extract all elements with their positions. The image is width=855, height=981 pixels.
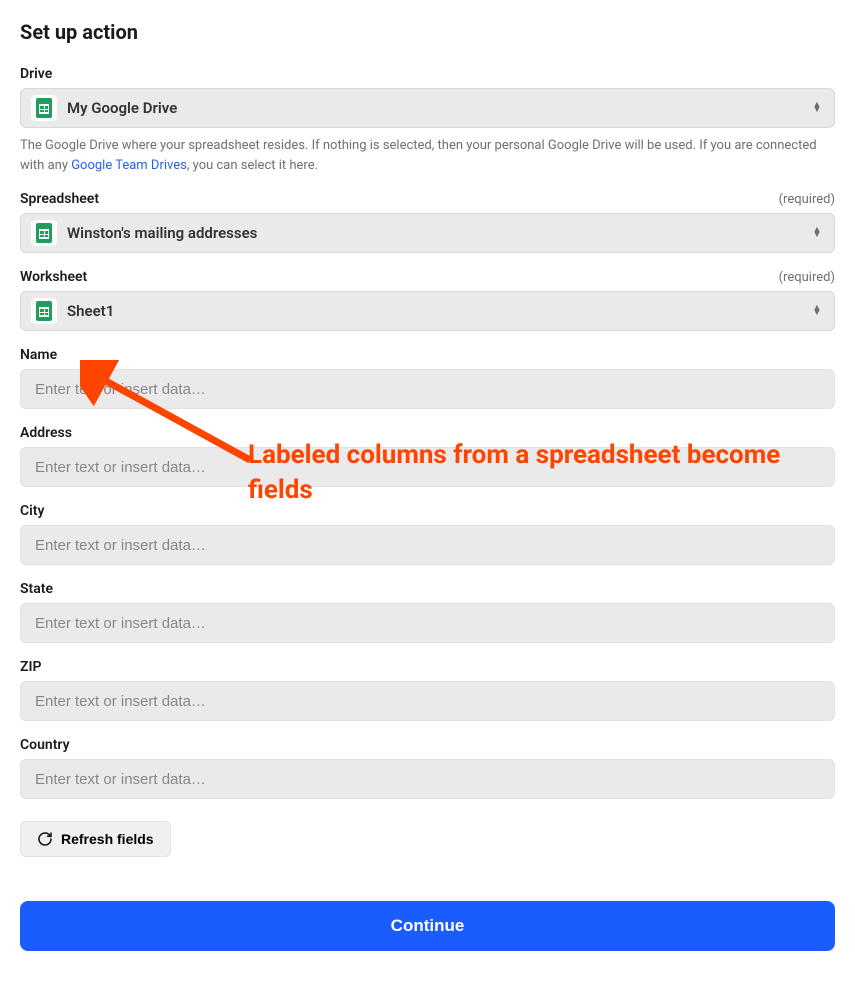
city-field: City: [20, 503, 835, 565]
address-label: Address: [20, 425, 72, 441]
name-label: Name: [20, 347, 57, 363]
address-input-wrap[interactable]: [20, 447, 835, 487]
refresh-fields-button[interactable]: Refresh fields: [20, 821, 171, 857]
state-field: State: [20, 581, 835, 643]
country-label: Country: [20, 737, 70, 753]
team-drives-link[interactable]: Google Team Drives: [71, 158, 187, 173]
spreadsheet-field: Spreadsheet (required) Winston's mailing…: [20, 191, 835, 253]
spreadsheet-required: (required): [779, 192, 835, 207]
name-field: Name: [20, 347, 835, 409]
zip-input-wrap[interactable]: [20, 681, 835, 721]
sort-icon: ▲▼: [810, 306, 824, 316]
state-label: State: [20, 581, 53, 597]
refresh-icon: [37, 831, 53, 847]
name-input[interactable]: [35, 381, 820, 398]
sheets-icon: [31, 298, 57, 324]
spreadsheet-select[interactable]: Winston's mailing addresses ▲▼: [20, 213, 835, 253]
worksheet-select[interactable]: Sheet1 ▲▼: [20, 291, 835, 331]
sort-icon: ▲▼: [810, 228, 824, 238]
spreadsheet-value: Winston's mailing addresses: [67, 224, 810, 242]
page-title: Set up action: [20, 20, 835, 44]
worksheet-field: Worksheet (required) Sheet1 ▲▼: [20, 269, 835, 331]
city-label: City: [20, 503, 44, 519]
spreadsheet-label: Spreadsheet: [20, 191, 99, 207]
drive-field: Drive My Google Drive ▲▼ The Google Driv…: [20, 66, 835, 175]
drive-select[interactable]: My Google Drive ▲▼: [20, 88, 835, 128]
state-input-wrap[interactable]: [20, 603, 835, 643]
sort-icon: ▲▼: [810, 103, 824, 113]
name-input-wrap[interactable]: [20, 369, 835, 409]
drive-value: My Google Drive: [67, 99, 810, 117]
drive-help-text: The Google Drive where your spreadsheet …: [20, 136, 835, 175]
zip-label: ZIP: [20, 659, 41, 675]
country-input[interactable]: [35, 771, 820, 788]
zip-input[interactable]: [35, 693, 820, 710]
refresh-label: Refresh fields: [61, 831, 154, 847]
address-field: Address: [20, 425, 835, 487]
country-field: Country: [20, 737, 835, 799]
city-input-wrap[interactable]: [20, 525, 835, 565]
zip-field: ZIP: [20, 659, 835, 721]
worksheet-label: Worksheet: [20, 269, 87, 285]
city-input[interactable]: [35, 537, 820, 554]
sheets-icon: [31, 220, 57, 246]
address-input[interactable]: [35, 459, 820, 476]
drive-label: Drive: [20, 66, 52, 82]
worksheet-value: Sheet1: [67, 302, 810, 320]
state-input[interactable]: [35, 615, 820, 632]
sheets-icon: [31, 95, 57, 121]
worksheet-required: (required): [779, 270, 835, 285]
country-input-wrap[interactable]: [20, 759, 835, 799]
continue-button[interactable]: Continue: [20, 901, 835, 951]
